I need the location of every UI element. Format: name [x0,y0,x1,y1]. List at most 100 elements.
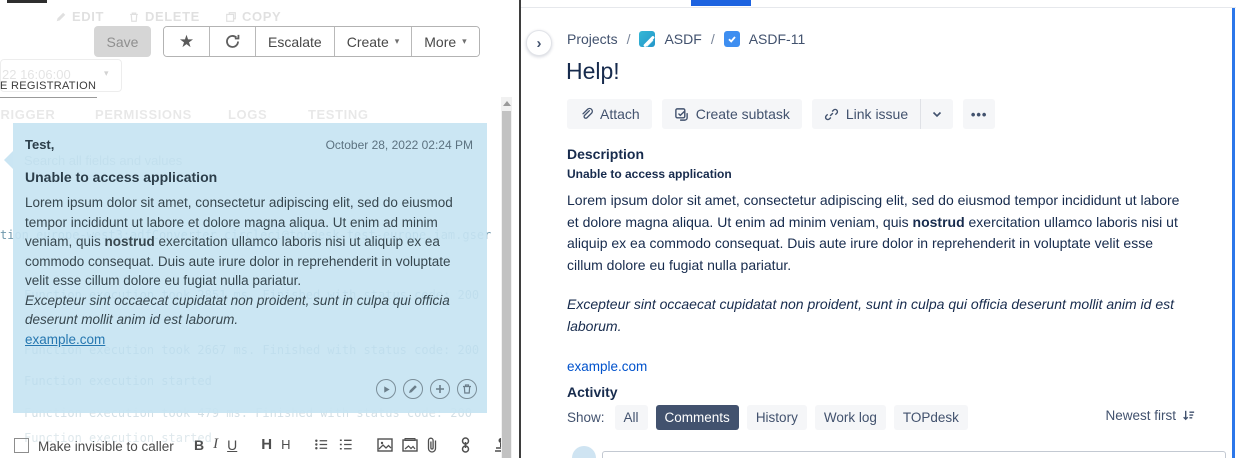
refresh-button[interactable] [210,27,256,56]
breadcrumb-issue-key[interactable]: ASDF-11 [749,31,806,47]
scrollbar-thumb[interactable] [502,111,511,458]
paperclip-icon [579,107,593,121]
activity-filter-bar: Show: All Comments History Work log TOPd… [567,405,968,430]
insert-link-button[interactable] [461,437,470,453]
add-comment-button[interactable] [430,379,450,399]
comment-greeting: Test, [25,137,54,152]
ghost-log-line: Function execution started [24,431,212,445]
ellipsis-icon: ••• [971,107,988,122]
faded-edit-label: EDIT [72,9,104,24]
registration-tab[interactable]: E REGISTRATION [0,80,96,92]
bullet-list-icon [314,437,329,452]
heading2-button[interactable]: H [281,437,290,452]
description-heading: Description [567,146,644,162]
breadcrumb-separator: / [627,31,631,47]
delete-comment-button[interactable] [457,379,477,399]
toolbar-button-group: ★ Escalate Create ▾ More ▾ [163,26,480,57]
create-label: Create [347,34,389,50]
issue-title[interactable]: Help! [566,58,620,85]
scrollbar-up-arrow[interactable] [503,101,511,106]
heading1-button[interactable]: H [261,436,272,453]
comment-body: Lorem ipsum dolor sit amet, consectetur … [25,193,475,349]
right-top-scroll-indicator[interactable] [691,0,751,6]
subtask-icon [674,107,689,122]
edit-comment-button[interactable] [403,379,423,399]
filter-history[interactable]: History [747,405,807,430]
numbered-list-button[interactable] [338,437,353,452]
faded-delete-action: DELETE [128,9,200,24]
comment-input[interactable] [602,451,1226,458]
framed-image-icon [402,438,418,452]
chevron-right-icon: › [537,35,542,52]
more-label: More [424,34,456,50]
insert-video-button[interactable] [402,438,418,452]
issue-action-bar: Attach Create subtask Link issue ••• [567,99,995,129]
link-issue-button[interactable]: Link issue [812,99,920,129]
star-icon: ★ [179,32,194,52]
escalate-button[interactable]: Escalate [256,27,335,56]
caret-down-icon: ▾ [104,68,109,79]
breadcrumb-projects[interactable]: Projects [567,31,618,47]
activity-heading: Activity [567,384,618,400]
left-scrollbar[interactable] [501,97,512,458]
caret-down-icon: ▾ [462,36,467,47]
create-subtask-button[interactable]: Create subtask [662,99,802,129]
more-dropdown-button[interactable]: More ▾ [412,27,478,56]
description-link[interactable]: example.com [567,359,647,374]
right-edge-scrollbar[interactable] [1232,8,1235,458]
refresh-icon [224,33,241,50]
panel-divider[interactable] [519,0,521,458]
filter-all[interactable]: All [615,405,648,430]
newest-first-button[interactable]: Newest first [1105,408,1196,423]
numbered-list-icon [338,437,353,452]
description-paragraph: Lorem ipsum dolor sit amet, consectetur … [567,190,1191,276]
project-avatar-icon [639,31,655,47]
comment-action-buttons [376,379,477,399]
breadcrumb: Projects / ASDF / ASDF-11 [567,31,805,47]
filter-comments[interactable]: Comments [656,405,739,430]
breadcrumb-separator: / [711,31,715,47]
ghost-tab-trigger: TRIGGER [0,107,55,122]
description-body[interactable]: Lorem ipsum dolor sit amet, consectetur … [567,190,1191,378]
caret-down-icon: ▾ [395,36,400,47]
user-avatar [572,446,596,458]
bullet-list-button[interactable] [314,437,329,452]
underline-button[interactable]: U [227,437,237,453]
description-subject: Unable to access application [567,167,732,181]
favorite-star-button[interactable]: ★ [164,27,210,56]
faded-copy-label: COPY [242,9,281,24]
pencil-icon [408,384,418,394]
topdesk-panel: EDIT DELETE COPY Save ★ Escalate Create … [0,0,519,458]
filter-topdesk[interactable]: TOPdesk [894,405,968,430]
expand-panel-button[interactable]: › [526,30,552,56]
comment-subject: Unable to access application [25,169,217,185]
sort-descending-icon [1181,408,1196,423]
italic-button[interactable]: I [213,436,218,453]
comment-card: Test, October 28, 2022 02:24 PM Unable t… [13,123,487,413]
insert-image-button[interactable] [377,438,393,452]
left-top-scroll-indicator [7,0,47,3]
link-issue-dropdown-button[interactable] [921,99,953,129]
breadcrumb-project[interactable]: ASDF [664,31,701,47]
more-actions-button[interactable]: ••• [963,99,995,129]
filter-worklog[interactable]: Work log [815,405,886,430]
comment-italic-paragraph: Excepteur sint occaecat cupidatat non pr… [25,291,475,330]
paperclip-icon [427,437,437,453]
link-icon [461,437,470,453]
attach-file-button[interactable] [427,437,437,453]
task-type-icon [724,31,740,47]
faded-edit-action: EDIT [55,9,104,24]
create-dropdown-button[interactable]: Create ▾ [335,27,413,56]
ghost-tab-logs: LOGS [228,107,267,122]
comment-card-tail [4,151,13,169]
trash-icon [128,11,140,23]
chevron-down-icon [931,108,943,120]
registration-tab-underline [0,97,97,98]
jira-panel: › Projects / ASDF / ASDF-11 Help! Attach… [521,0,1236,458]
comment-link[interactable]: example.com [25,332,105,347]
pencil-icon [55,11,67,23]
save-button[interactable]: Save [94,26,151,57]
description-italic-paragraph: Excepteur sint occaecat cupidatat non pr… [567,294,1191,337]
attach-button[interactable]: Attach [567,99,652,129]
forward-comment-button[interactable] [376,379,396,399]
